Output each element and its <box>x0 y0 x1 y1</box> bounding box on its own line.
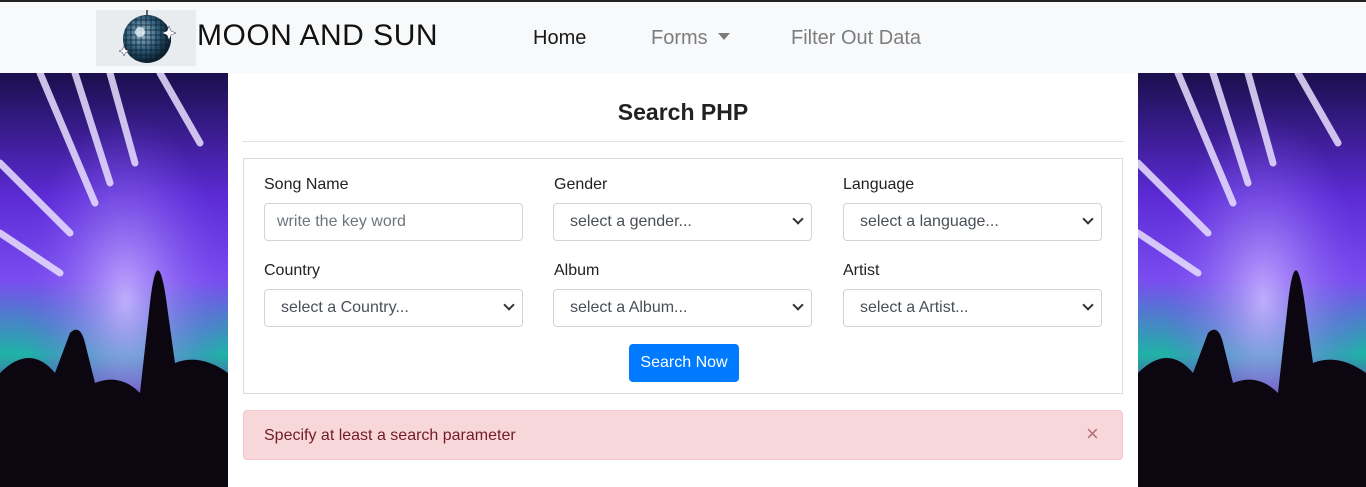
gender-select-value: select a gender... <box>570 213 692 230</box>
chevron-down-icon <box>1082 299 1094 311</box>
language-select-value: select a language... <box>860 213 999 230</box>
caret-down-icon <box>717 33 730 40</box>
gender-label: Gender <box>554 176 608 193</box>
gender-select[interactable]: select a gender... <box>553 203 812 241</box>
nav-filter-out-data[interactable]: Filter Out Data <box>791 27 921 50</box>
artist-select-value: select a Artist... <box>860 299 969 316</box>
artist-select[interactable]: select a Artist... <box>843 289 1102 327</box>
chevron-down-icon <box>792 299 804 311</box>
chevron-down-icon <box>503 299 515 311</box>
brand-name[interactable]: MOON AND SUN <box>197 19 438 53</box>
language-select[interactable]: select a language... <box>843 203 1102 241</box>
concert-background-image-right <box>1138 73 1366 487</box>
album-label: Album <box>554 262 600 279</box>
search-form: Song Name Gender select a gender... Lang… <box>243 158 1123 394</box>
country-label: Country <box>264 262 321 279</box>
navbar: MOON AND SUN Home Forms Filter Out Data <box>0 2 1366 73</box>
alert-message: Specify at least a search parameter × <box>243 410 1123 460</box>
close-icon[interactable]: × <box>1086 423 1099 445</box>
disco-ball-logo-icon[interactable] <box>96 10 196 66</box>
artist-label: Artist <box>843 262 880 279</box>
nav-forms-label: Forms <box>651 27 708 49</box>
country-select-value: select a Country... <box>281 299 409 316</box>
alert-text: Specify at least a search parameter <box>264 427 516 444</box>
language-label: Language <box>843 176 915 193</box>
main-content: Search PHP Song Name Gender select a gen… <box>228 73 1138 487</box>
title-divider <box>242 141 1124 142</box>
album-select[interactable]: select a Album... <box>553 289 812 327</box>
chevron-down-icon <box>792 213 804 225</box>
song-name-label: Song Name <box>264 176 349 193</box>
search-now-button[interactable]: Search Now <box>629 344 739 382</box>
chevron-down-icon <box>1082 213 1094 225</box>
concert-background-image <box>0 73 228 487</box>
nav-home[interactable]: Home <box>533 27 586 50</box>
song-name-input[interactable] <box>264 203 523 241</box>
nav-forms-dropdown[interactable]: Forms <box>651 27 730 50</box>
album-select-value: select a Album... <box>570 299 688 316</box>
country-select[interactable]: select a Country... <box>264 289 523 327</box>
page-title: Search PHP <box>617 99 749 125</box>
